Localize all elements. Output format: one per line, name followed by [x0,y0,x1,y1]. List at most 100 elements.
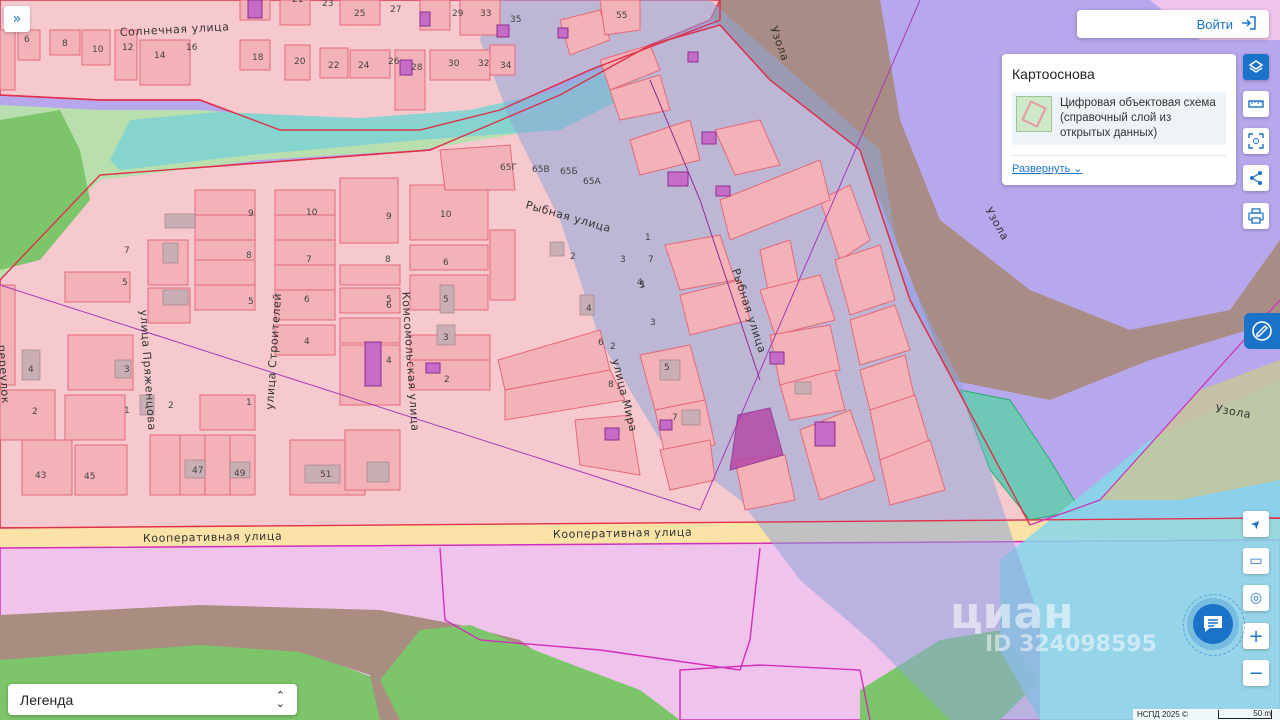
legend-label: Легенда [20,691,74,708]
feedback-icon [1252,321,1272,341]
house-number: 12 [122,43,133,53]
zoom-in-button[interactable]: + [1243,623,1269,649]
street-label-kooperativnaya-1: Кооперативная улица [143,530,283,545]
house-number: 32 [478,59,489,69]
house-number: 10 [306,208,318,218]
share-icon [1250,171,1262,185]
attribution-text: НСПД 2025 © [1137,710,1188,719]
house-number: 9 [248,209,254,219]
minus-icon: − [1248,662,1264,684]
house-number: 65Б [560,167,578,177]
geolocation-icon: ◎ [1249,590,1263,606]
scale-bar: 50 m [1218,710,1272,719]
basemap-panel: Картооснова Цифровая объектовая схема (с… [1002,54,1236,185]
house-number: 8 [608,380,614,390]
house-number: 5 [443,295,449,305]
house-number: 10 [92,45,104,55]
house-number: 6 [304,295,310,305]
minimap-icon: ▭ [1249,553,1263,569]
feedback-tab[interactable] [1244,313,1280,349]
house-number: 49 [234,469,246,479]
login-icon [1241,15,1257,33]
zoom-out-button[interactable]: − [1243,660,1269,686]
house-number: 4 [386,356,392,366]
house-number: 55 [616,11,627,21]
house-number: 4 [586,304,592,314]
basemap-title: Картооснова [1012,66,1095,82]
geolocation-button[interactable]: ◎ [1243,585,1269,611]
print-button[interactable] [1243,203,1269,229]
house-number: 1 [124,406,130,416]
share-button[interactable] [1243,165,1269,191]
house-number: 22 [328,61,339,71]
house-number: 2 [444,375,450,385]
house-number: 23 [322,0,333,9]
login-label: Войти [1196,16,1233,32]
house-number: 7 [306,255,312,265]
house-number: 16 [186,43,198,53]
double-chevron-icon: » [12,11,22,27]
house-number: 2 [32,407,38,417]
house-number: 6 [598,338,604,348]
house-number: 24 [358,61,370,71]
house-number: 33 [480,9,491,19]
house-number: 45 [84,472,95,482]
house-number: 3 [620,255,626,265]
house-number: 26 [388,57,400,67]
house-number: 51 [320,470,331,480]
ruler-button[interactable] [1243,91,1269,117]
house-number: 4 [637,278,643,288]
print-icon [1248,208,1264,224]
house-number: 65Г [500,163,517,173]
house-number: 7 [648,255,654,265]
basemap-expand-link[interactable]: Развернуть ⌄ [1012,155,1226,175]
house-number: 9 [386,212,392,222]
house-number: 30 [448,59,460,69]
house-number: 1 [645,233,651,243]
house-number: 43 [35,471,46,481]
house-number: 20 [294,57,306,67]
layers-icon [1248,60,1264,73]
basemap-option[interactable]: Цифровая объектовая схема (справочный сл… [1012,92,1226,145]
house-number: 2 [610,342,616,352]
login-button[interactable]: Войти [1077,10,1269,38]
layers-button[interactable] [1243,54,1269,80]
ruler-icon [1248,100,1264,108]
house-number: 21 [292,0,303,5]
house-number: 8 [62,39,68,49]
house-number: 7 [124,246,130,256]
street-label-kooperativnaya-2: Кооперативная улица [553,526,693,541]
plus-icon: + [1248,625,1264,647]
attribution-bar: НСПД 2025 © 50 m [1133,709,1280,720]
listing-id-watermark: ID 324098595 [985,632,1157,657]
select-area-button[interactable] [1243,128,1269,154]
legend-dropdown[interactable]: Легенда ⌃ ⌄ [8,684,297,715]
house-number: 4 [28,365,34,375]
house-number: 6 [24,35,30,45]
expand-sidebar-button[interactable]: » [4,6,30,32]
chat-icon [1204,616,1222,632]
house-number: 5 [664,363,670,373]
house-number: 2 [570,252,576,262]
house-number: 27 [390,5,401,15]
house-number: 65В [532,165,550,175]
house-number: 25 [354,9,365,19]
locate-button[interactable]: ➤ [1243,511,1269,537]
house-number: 29 [452,9,464,19]
house-number: 34 [500,61,512,71]
minimap-button[interactable]: ▭ [1243,548,1269,574]
house-number: 7 [672,413,678,423]
house-number: 65А [583,177,601,187]
chevron-down-icon: ⌄ [1073,163,1083,175]
house-number: 3 [650,318,656,328]
house-number: 6 [386,301,392,311]
house-number: 4 [304,337,310,347]
house-number: 8 [246,251,252,261]
house-number: 35 [510,15,521,25]
chat-button[interactable] [1193,604,1233,644]
house-number: 3 [124,365,130,375]
house-number: 5 [122,278,128,288]
house-number: 1 [246,398,252,408]
house-number: 28 [411,63,423,73]
basemap-option-label: Цифровая объектовая схема (справочный сл… [1060,97,1216,139]
